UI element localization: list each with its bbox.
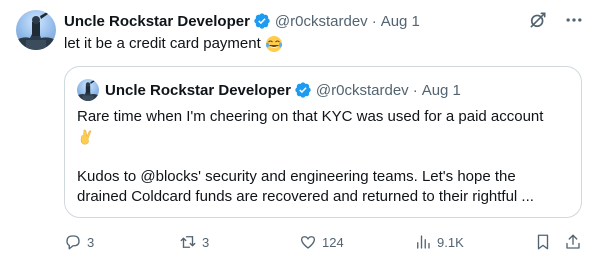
top-actions xyxy=(528,10,584,30)
quoted-avatar[interactable] xyxy=(77,79,99,101)
separator: · xyxy=(412,81,418,99)
action-bar: 3 3 124 9.1K xyxy=(64,232,584,252)
verified-badge-icon[interactable] xyxy=(253,12,271,30)
tweet-date[interactable]: Aug 1 xyxy=(381,13,420,30)
author-name[interactable]: Uncle Rockstar Developer xyxy=(64,13,250,30)
grok-icon[interactable] xyxy=(528,10,548,30)
author-handle[interactable]: @r0ckstardev xyxy=(275,13,368,30)
tweet-header: Uncle Rockstar Developer @r0ckstardev · … xyxy=(64,11,538,31)
like-count: 124 xyxy=(322,234,344,250)
tweet-text: let it be a credit card payment xyxy=(64,34,283,54)
avatar-image xyxy=(16,12,56,50)
separator: · xyxy=(371,12,377,30)
verified-badge-icon[interactable] xyxy=(294,81,312,99)
bookmark-icon xyxy=(537,234,549,250)
quoted-avatar-image xyxy=(77,80,99,101)
views-icon xyxy=(417,235,430,249)
repost-button[interactable]: 3 xyxy=(179,232,209,252)
quoted-author-handle[interactable]: @r0ckstardev xyxy=(316,82,409,99)
share-icon xyxy=(566,234,580,249)
reply-icon xyxy=(66,235,80,250)
avatar[interactable] xyxy=(16,10,56,50)
crossed-fingers-emoji xyxy=(80,129,92,145)
quoted-date[interactable]: Aug 1 xyxy=(422,82,461,99)
like-button[interactable]: 124 xyxy=(299,232,344,252)
quoted-line-1: Rare time when I'm cheering on that KYC … xyxy=(77,108,544,125)
quoted-text: Rare time when I'm cheering on that KYC … xyxy=(77,107,569,207)
quoted-paragraph-2: Kudos to @blocks' security and engineeri… xyxy=(77,168,534,205)
views-button[interactable]: 9.1K xyxy=(414,232,464,252)
tweet-text-content: let it be a credit card payment xyxy=(64,35,261,52)
tears-of-joy-emoji xyxy=(265,36,282,52)
tweet[interactable]: Uncle Rockstar Developer @r0ckstardev · … xyxy=(0,0,598,264)
quoted-author-name[interactable]: Uncle Rockstar Developer xyxy=(105,82,291,99)
reply-count: 3 xyxy=(87,234,95,250)
more-icon[interactable] xyxy=(564,10,584,30)
reply-button[interactable]: 3 xyxy=(64,232,94,252)
bookmark-button[interactable] xyxy=(534,232,552,252)
quoted-emoji-line xyxy=(77,127,569,147)
quoted-tweet[interactable]: Uncle Rockstar Developer @r0ckstardev · … xyxy=(64,66,582,218)
views-count: 9.1K xyxy=(437,234,464,250)
repost-icon xyxy=(180,236,196,248)
share-button[interactable] xyxy=(564,232,582,252)
quoted-header: Uncle Rockstar Developer @r0ckstardev · … xyxy=(105,79,461,101)
like-icon xyxy=(300,236,316,249)
repost-count: 3 xyxy=(202,234,210,250)
